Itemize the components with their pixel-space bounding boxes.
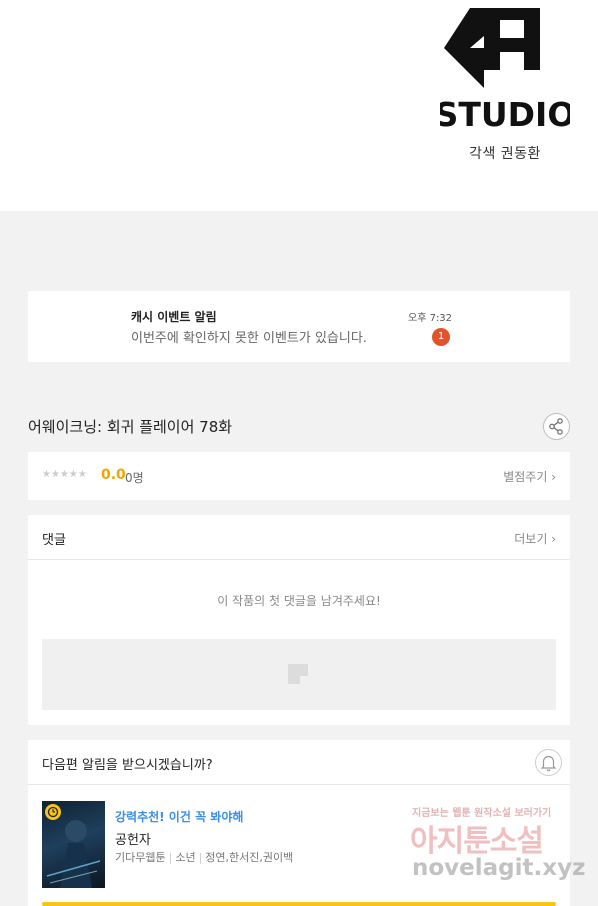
- rating-score: 0.0: [101, 467, 126, 483]
- bell-icon: [540, 755, 557, 772]
- comments-more-button[interactable]: 더보기 ›: [514, 530, 556, 547]
- comment-placeholder-icon: [288, 664, 308, 684]
- next-alert-title: 다음편 알림을 받으시겠습니까?: [42, 758, 213, 773]
- logo-text: STUDIO: [440, 95, 570, 130]
- notice-body: 이번주에 확인하지 못한 이벤트가 있습니다.: [131, 331, 367, 346]
- notice-title: 캐시 이벤트 알림: [131, 310, 217, 324]
- recommendation-authors: 정연,한서진,권이백: [205, 851, 294, 864]
- notice-time: 오후 7:32: [408, 313, 453, 324]
- comments-header: 댓글 더보기 ›: [28, 515, 570, 560]
- header-banner: STUDIO 각색 권동환: [0, 0, 598, 211]
- comment-input-area[interactable]: [42, 639, 556, 710]
- comments-empty-message: 이 작품의 첫 댓글을 남겨주세요!: [217, 594, 381, 608]
- rating-card: ★★★★★ 0.0 0명 별점주기 ›: [28, 452, 570, 500]
- comments-title: 댓글: [42, 533, 66, 548]
- next-alert-header: 다음편 알림을 받으시겠습니까?: [28, 740, 570, 785]
- watermark-line3: novelagit.xyz: [412, 855, 586, 881]
- recommendation-category: 소년: [175, 851, 196, 864]
- rating-count: 0명: [125, 471, 144, 485]
- comments-card: 댓글 더보기 › 이 작품의 첫 댓글을 남겨주세요!: [28, 515, 570, 725]
- studio-logo: STUDIO: [440, 8, 570, 130]
- share-button[interactable]: [543, 413, 570, 440]
- rate-button[interactable]: 별점주기 ›: [503, 468, 556, 485]
- notice-count-badge: 1: [432, 328, 450, 346]
- watermark-line2: 아지툰소설: [410, 824, 544, 859]
- site-watermark: 지금보는 웹툰 원작소설 보러가기 아지툰소설 novelagit.xyz: [408, 804, 586, 888]
- recommendation-thumbnail[interactable]: [42, 801, 105, 888]
- rating-stars-icon: ★★★★★: [42, 469, 87, 480]
- share-icon: [549, 418, 563, 435]
- episode-title: 어웨이크닝: 회귀 플레이어 78화: [28, 418, 233, 436]
- cover-art: [46, 820, 101, 888]
- adaptation-credit: 각색 권동환: [469, 146, 541, 162]
- recommendation-tag[interactable]: 강력추천! 이건 꼭 봐야해: [115, 808, 243, 825]
- recommendation-title[interactable]: 공헌자: [115, 829, 151, 848]
- bell-button[interactable]: [535, 749, 562, 776]
- recommendation-meta: 기다무웹툰 | 소년 | 정연,한서진,권이백: [115, 851, 294, 864]
- subscribe-button-bar[interactable]: [42, 902, 556, 906]
- recommendation-genre: 기다무웹툰: [115, 851, 166, 864]
- event-notice-card[interactable]: 캐시 이벤트 알림 이번주에 확인하지 못한 이벤트가 있습니다. 오후 7:3…: [28, 291, 570, 362]
